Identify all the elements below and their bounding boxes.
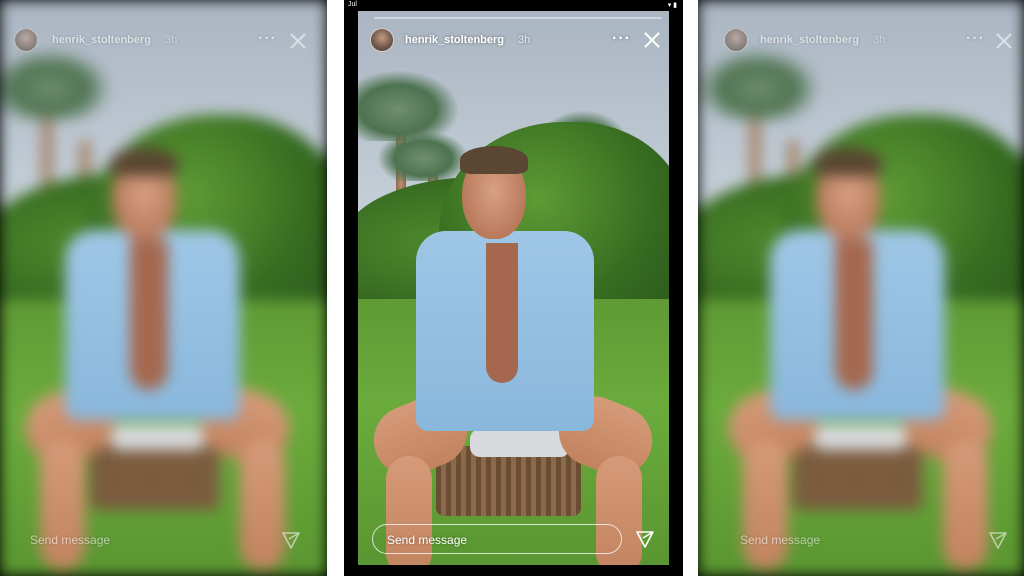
username[interactable]: henrik_stoltenberg xyxy=(405,34,504,46)
story-progress-bar xyxy=(374,17,662,19)
send-icon[interactable] xyxy=(635,529,655,549)
story-media xyxy=(358,11,669,565)
story-media-left xyxy=(0,0,327,576)
story-media-right xyxy=(698,0,1024,576)
close-icon[interactable] xyxy=(994,31,1014,51)
username[interactable]: henrik_stoltenberg xyxy=(52,34,151,46)
more-dots-icon[interactable]: ··· xyxy=(612,31,631,47)
send-message-field[interactable]: Send message xyxy=(372,524,622,554)
story-preview-left[interactable]: henrik_stoltenberg 3h ··· Send message xyxy=(0,0,327,576)
close-icon[interactable] xyxy=(288,31,308,51)
send-icon[interactable] xyxy=(281,530,301,550)
time-ago: 3h xyxy=(873,34,886,46)
wifi-icon: ▾ ▮ xyxy=(667,2,677,9)
avatar[interactable] xyxy=(14,28,38,52)
time-ago: 3h xyxy=(518,34,531,46)
avatar[interactable] xyxy=(724,28,748,52)
send-message-field[interactable]: Send message xyxy=(16,525,266,555)
more-dots-icon[interactable]: ··· xyxy=(966,31,985,47)
story-viewer[interactable]: henrik_stoltenberg 3h ··· Send message xyxy=(344,0,683,576)
status-bar: Jul ▾ ▮ xyxy=(344,0,683,11)
send-icon[interactable] xyxy=(988,530,1008,550)
username[interactable]: henrik_stoltenberg xyxy=(760,34,859,46)
story-preview-right[interactable]: henrik_stoltenberg 3h ··· Send message xyxy=(698,0,1024,576)
more-dots-icon[interactable]: ··· xyxy=(258,31,277,47)
avatar[interactable] xyxy=(370,28,394,52)
status-time: Jul xyxy=(348,1,357,8)
send-message-field[interactable]: Send message xyxy=(726,525,976,555)
close-icon[interactable] xyxy=(642,30,662,50)
time-ago: 3h xyxy=(165,34,178,46)
